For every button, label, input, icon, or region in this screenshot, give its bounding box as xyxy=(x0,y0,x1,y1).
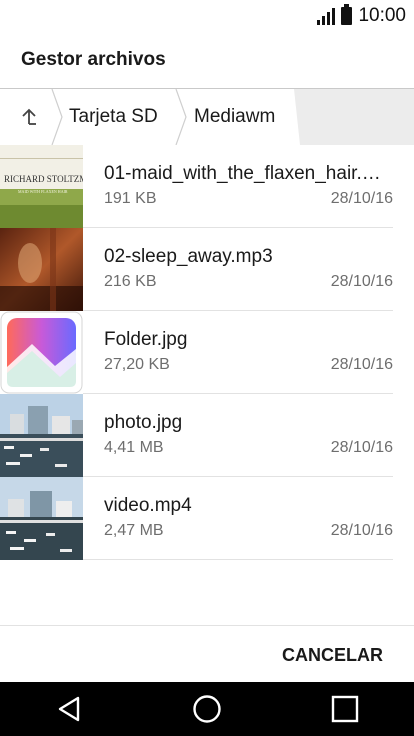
file-size: 191 KB xyxy=(104,190,157,207)
signal-icon xyxy=(317,7,336,25)
file-size: 216 KB xyxy=(104,273,157,290)
file-name: photo.jpg xyxy=(104,412,183,433)
file-name: 01-maid_with_the_flaxen_hair.mp3 xyxy=(104,163,394,184)
file-list: RICHARD STOLTZMAN MAID WITH FLAXEN HAIR … xyxy=(0,145,414,560)
file-name: video.mp4 xyxy=(104,495,192,516)
arrow-up-icon[interactable] xyxy=(12,89,46,145)
title-bar: Gestor archivos xyxy=(0,32,414,88)
home-icon[interactable] xyxy=(177,682,237,736)
list-item[interactable]: video.mp4 2,47 MB 28/10/16 xyxy=(0,477,414,560)
page-title: Gestor archivos xyxy=(21,49,166,70)
navigation-bar xyxy=(0,682,414,736)
breadcrumb-item-mediawm[interactable]: Mediawm xyxy=(194,89,275,145)
list-item[interactable]: 02-sleep_away.mp3 216 KB 28/10/16 xyxy=(0,228,414,311)
breadcrumb-separator xyxy=(175,89,187,145)
album-artist-text: RICHARD STOLTZMAN xyxy=(4,174,83,184)
status-bar: 10:00 xyxy=(0,0,414,32)
file-date: 28/10/16 xyxy=(330,356,393,373)
battery-icon xyxy=(341,4,353,25)
album-cover-thumbnail xyxy=(0,228,83,311)
back-icon[interactable] xyxy=(39,682,99,736)
dialog-footer: CANCELAR xyxy=(0,625,414,682)
harbor-photo-thumbnail xyxy=(0,394,83,477)
file-size: 4,41 MB xyxy=(104,439,164,456)
status-time: 10:00 xyxy=(358,5,406,26)
recents-icon[interactable] xyxy=(315,682,375,736)
breadcrumb: Tarjeta SD Mediawm xyxy=(0,88,414,145)
file-date: 28/10/16 xyxy=(330,190,393,207)
file-date: 28/10/16 xyxy=(330,273,393,290)
harbor-video-thumbnail xyxy=(0,477,83,560)
breadcrumb-item-tarjeta-sd[interactable]: Tarjeta SD xyxy=(69,89,158,145)
file-date: 28/10/16 xyxy=(330,522,393,539)
file-name: Folder.jpg xyxy=(104,329,188,350)
list-item[interactable]: photo.jpg 4,41 MB 28/10/16 xyxy=(0,394,414,477)
file-size: 2,47 MB xyxy=(104,522,164,539)
album-cover-thumbnail: RICHARD STOLTZMAN MAID WITH FLAXEN HAIR xyxy=(0,145,83,228)
divider xyxy=(83,559,393,560)
breadcrumb-separator xyxy=(51,89,63,145)
file-size: 27,20 KB xyxy=(104,356,170,373)
list-item[interactable]: RICHARD STOLTZMAN MAID WITH FLAXEN HAIR … xyxy=(0,145,414,228)
file-name: 02-sleep_away.mp3 xyxy=(104,246,273,267)
album-title-text: MAID WITH FLAXEN HAIR xyxy=(18,189,68,194)
cancel-button[interactable]: CANCELAR xyxy=(282,626,383,682)
gallery-app-icon xyxy=(0,311,83,394)
list-item[interactable]: Folder.jpg 27,20 KB 28/10/16 xyxy=(0,311,414,394)
file-date: 28/10/16 xyxy=(330,439,393,456)
